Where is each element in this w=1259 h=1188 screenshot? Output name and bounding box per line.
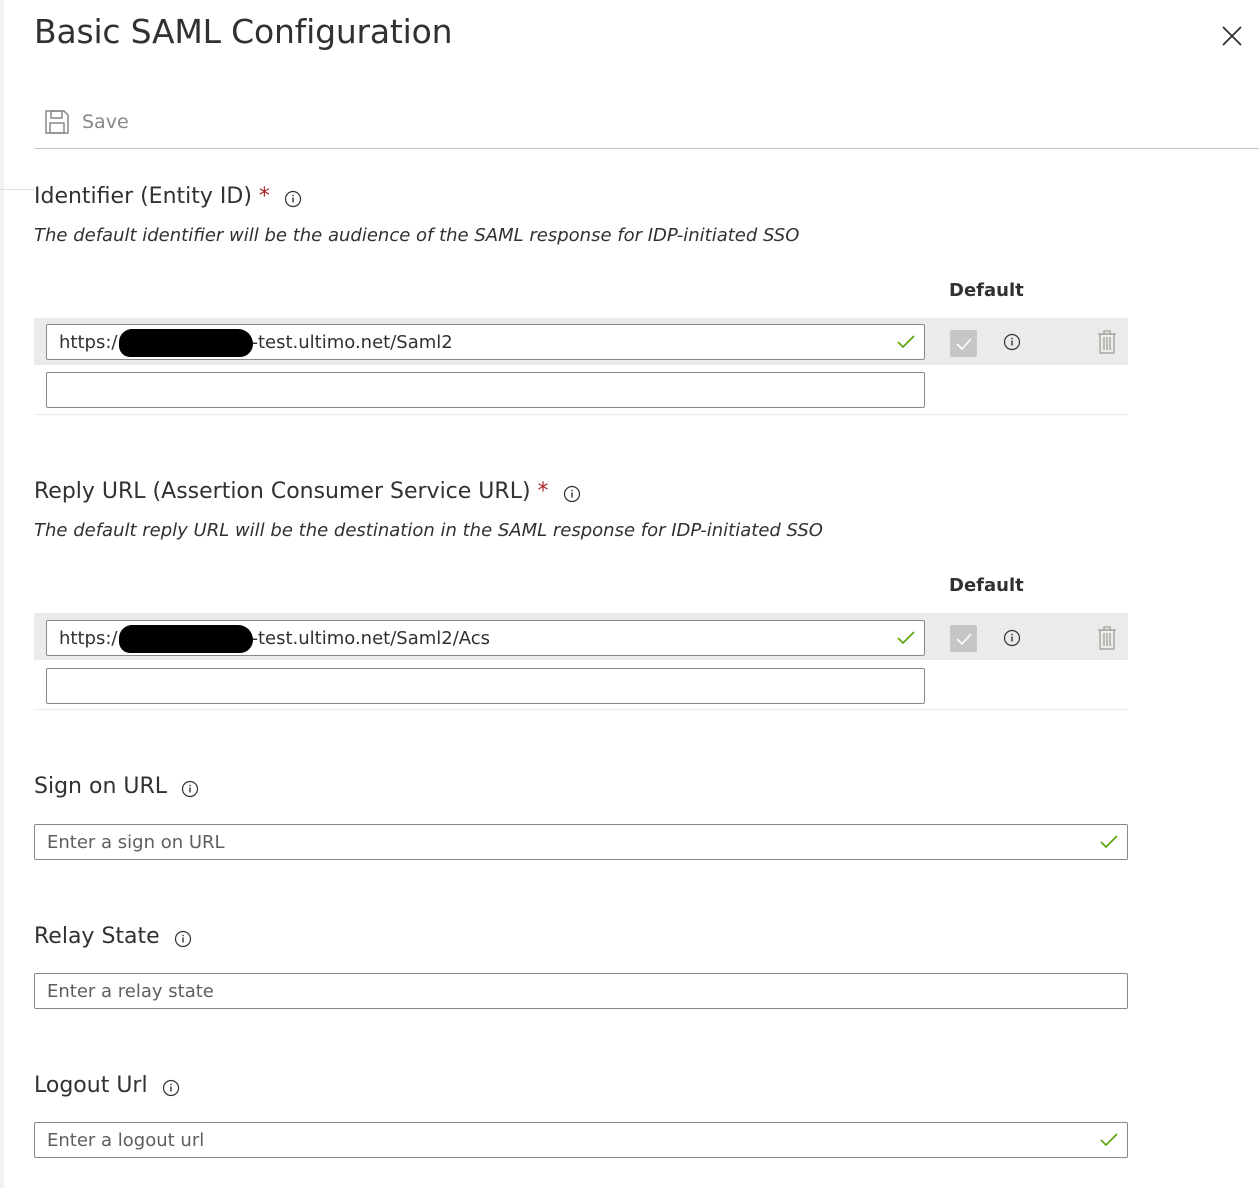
checkbox-check-icon bbox=[955, 337, 972, 350]
identifier-url-value: https:/ -test.ultimo.net/Saml2 bbox=[59, 328, 453, 357]
info-icon[interactable] bbox=[284, 189, 302, 207]
save-icon bbox=[45, 110, 69, 134]
sign-on-url-placeholder: Enter a sign on URL bbox=[47, 831, 225, 853]
identifier-input-1[interactable]: https:/ -test.ultimo.net/Saml2 bbox=[46, 324, 925, 360]
logout-url-input[interactable]: Enter a logout url bbox=[34, 1122, 1128, 1158]
url-prefix: https:/ bbox=[59, 331, 118, 353]
reply-url-input-new[interactable] bbox=[46, 668, 925, 704]
sign-on-url-input[interactable]: Enter a sign on URL bbox=[34, 824, 1128, 860]
sign-on-url-label: Sign on URL bbox=[34, 774, 168, 799]
info-icon[interactable] bbox=[1003, 333, 1021, 355]
close-button[interactable] bbox=[1216, 20, 1248, 52]
relay-state-label: Relay State bbox=[34, 924, 160, 949]
identifier-default-header: Default bbox=[949, 280, 1024, 301]
checkbox-check-icon bbox=[955, 632, 972, 645]
info-icon[interactable] bbox=[563, 484, 581, 502]
checkmark-icon bbox=[1100, 835, 1118, 849]
reply-url-label-group: Reply URL (Assertion Consumer Service UR… bbox=[34, 479, 581, 504]
url-suffix: -test.ultimo.net/Saml2 bbox=[251, 331, 453, 353]
identifier-input-new[interactable] bbox=[46, 372, 925, 408]
save-button-label: Save bbox=[82, 111, 129, 133]
trash-icon[interactable] bbox=[1097, 625, 1117, 655]
close-icon bbox=[1222, 26, 1242, 46]
required-asterisk: * bbox=[258, 184, 270, 209]
logout-url-label: Logout Url bbox=[34, 1073, 148, 1098]
reply-url-description: The default reply URL will be the destin… bbox=[34, 520, 823, 541]
logout-url-placeholder: Enter a logout url bbox=[47, 1129, 205, 1151]
info-icon[interactable] bbox=[181, 779, 199, 797]
reply-url-input-1[interactable]: https:/ -test.ultimo.net/Saml2/Acs bbox=[46, 620, 925, 656]
sign-on-url-label-group: Sign on URL bbox=[34, 774, 199, 799]
reply-url-label: Reply URL (Assertion Consumer Service UR… bbox=[34, 479, 531, 504]
url-suffix: -test.ultimo.net/Saml2/Acs bbox=[251, 627, 491, 649]
checkmark-icon bbox=[897, 335, 915, 349]
identifier-default-checkbox[interactable] bbox=[950, 330, 977, 357]
identifier-label: Identifier (Entity ID) bbox=[34, 184, 252, 209]
info-icon[interactable] bbox=[174, 929, 192, 947]
reply-url-value: https:/ -test.ultimo.net/Saml2/Acs bbox=[59, 624, 491, 653]
toolbar-divider bbox=[34, 148, 1259, 149]
page-title: Basic SAML Configuration bbox=[34, 12, 453, 51]
checkmark-icon bbox=[897, 631, 915, 645]
reply-url-default-header: Default bbox=[949, 575, 1024, 596]
save-button[interactable]: Save bbox=[44, 106, 129, 138]
panel-left-edge bbox=[0, 0, 4, 1188]
identifier-label-group: Identifier (Entity ID) * bbox=[34, 184, 302, 209]
identifier-description: The default identifier will be the audie… bbox=[34, 225, 800, 246]
url-prefix: https:/ bbox=[59, 627, 118, 649]
panel-left-divider bbox=[0, 189, 34, 190]
reply-url-default-checkbox[interactable] bbox=[950, 625, 977, 652]
relay-state-input[interactable]: Enter a relay state bbox=[34, 973, 1128, 1009]
logout-url-label-group: Logout Url bbox=[34, 1073, 180, 1098]
redaction-mark bbox=[119, 625, 254, 653]
redaction-mark bbox=[119, 329, 254, 357]
trash-icon[interactable] bbox=[1097, 329, 1117, 359]
required-asterisk: * bbox=[537, 479, 549, 504]
checkmark-icon bbox=[1100, 1133, 1118, 1147]
relay-state-label-group: Relay State bbox=[34, 924, 192, 949]
info-icon[interactable] bbox=[162, 1078, 180, 1096]
identifier-table-divider bbox=[34, 414, 1128, 415]
reply-url-table-divider bbox=[34, 709, 1128, 710]
info-icon[interactable] bbox=[1003, 629, 1021, 651]
relay-state-placeholder: Enter a relay state bbox=[47, 980, 214, 1002]
